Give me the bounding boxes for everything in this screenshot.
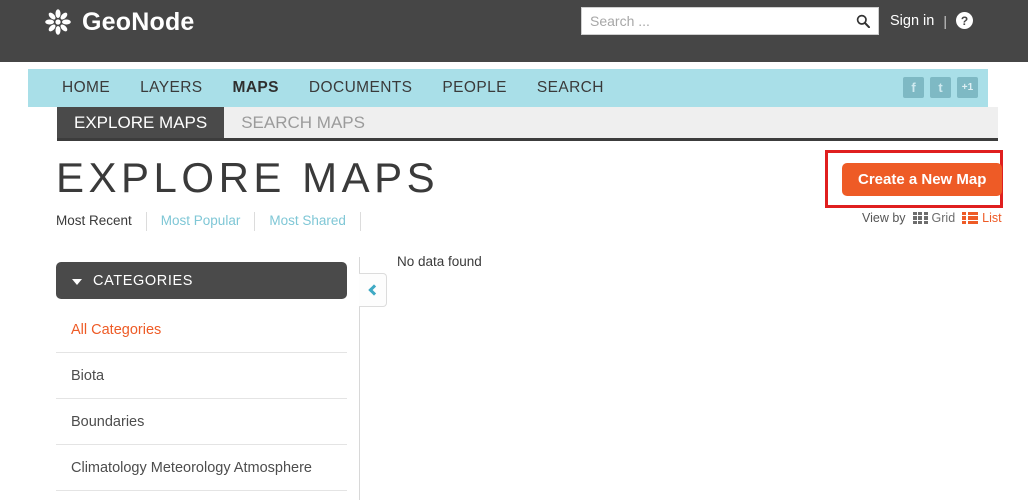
grid-view-icon <box>912 211 928 225</box>
nav-item-documents[interactable]: DOCUMENTS <box>309 79 413 97</box>
sort-divider <box>359 211 361 231</box>
header-separator: | <box>943 12 947 29</box>
chevron-left-icon <box>368 284 380 296</box>
category-item-biota[interactable]: Biota <box>56 353 347 399</box>
site-header: GeoNode Sign in | ? <box>0 0 1028 62</box>
facebook-icon[interactable]: f <box>903 77 924 98</box>
page-title: EXPLORE MAPS <box>56 154 440 201</box>
category-item-all-categories[interactable]: All Categories <box>56 307 347 353</box>
tab-explore-maps[interactable]: EXPLORE MAPS <box>57 107 225 138</box>
view-mode-grid[interactable]: Grid <box>912 211 956 225</box>
categories-sidebar: CATEGORIES All Categories Biota Boundari… <box>56 262 347 491</box>
category-item-climatology-meteorology-atmosphere[interactable]: Climatology Meteorology Atmosphere <box>56 445 347 491</box>
global-search[interactable] <box>581 7 879 35</box>
chevron-down-icon <box>72 278 82 285</box>
nav-item-people[interactable]: PEOPLE <box>442 79 506 97</box>
help-icon[interactable]: ? <box>955 12 973 29</box>
categories-panel-title: CATEGORIES <box>93 272 193 289</box>
list-view-icon <box>962 211 979 225</box>
geonode-explore-maps-page: GeoNode Sign in | ? HOME LAYERS MAPS DOC… <box>0 0 1028 500</box>
categories-list: All Categories Biota Boundaries Climatol… <box>56 307 347 491</box>
sort-most-popular[interactable]: Most Popular <box>147 210 255 232</box>
create-a-new-map-button[interactable]: Create a New Map <box>842 163 1003 196</box>
view-mode-list-label: List <box>982 211 1002 225</box>
sidebar-collapse-button[interactable] <box>359 273 387 307</box>
account-actions: Sign in | ? <box>890 12 973 29</box>
tab-search-maps[interactable]: SEARCH MAPS <box>224 107 382 138</box>
sign-in-link[interactable]: Sign in <box>890 13 934 29</box>
search-input[interactable] <box>582 8 848 34</box>
view-mode-grid-label: Grid <box>931 211 956 225</box>
main-navigation: HOME LAYERS MAPS DOCUMENTS PEOPLE SEARCH… <box>28 69 988 107</box>
brand-name: GeoNode <box>82 8 195 36</box>
search-icon[interactable] <box>848 8 878 34</box>
brand-logo-link[interactable]: GeoNode <box>44 8 195 36</box>
view-by-label: View by <box>862 211 906 225</box>
view-mode-switch: View by Grid List <box>862 211 1002 225</box>
empty-state-message: No data found <box>397 254 482 269</box>
categories-panel-header[interactable]: CATEGORIES <box>56 262 347 299</box>
sort-most-shared[interactable]: Most Shared <box>255 210 360 232</box>
nav-item-home[interactable]: HOME <box>62 79 110 97</box>
google-plus-icon[interactable]: +1 <box>957 77 978 98</box>
nav-items: HOME LAYERS MAPS DOCUMENTS PEOPLE SEARCH <box>28 69 988 107</box>
social-links: f t +1 <box>903 77 978 98</box>
view-mode-list[interactable]: List <box>962 211 1002 225</box>
category-item-boundaries[interactable]: Boundaries <box>56 399 347 445</box>
twitter-icon[interactable]: t <box>930 77 951 98</box>
nav-item-layers[interactable]: LAYERS <box>140 79 202 97</box>
sort-options: Most Recent Most Popular Most Shared <box>56 210 361 232</box>
nav-item-maps[interactable]: MAPS <box>233 79 279 97</box>
section-tabs: EXPLORE MAPS SEARCH MAPS <box>57 107 998 141</box>
sort-most-recent[interactable]: Most Recent <box>56 210 146 232</box>
nav-item-search[interactable]: SEARCH <box>537 79 604 97</box>
geonode-flower-logo-icon <box>44 8 72 36</box>
